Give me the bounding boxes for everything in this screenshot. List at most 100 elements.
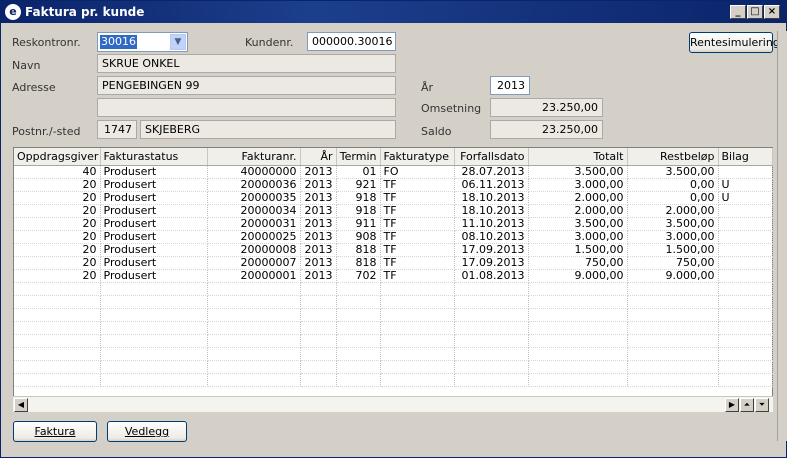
table-cell xyxy=(528,360,628,374)
table-cell: 921 xyxy=(336,178,381,192)
chevron-down-icon[interactable]: ▼ xyxy=(170,34,186,50)
table-cell xyxy=(718,282,773,296)
table-cell: 750,00 xyxy=(528,256,628,270)
table-cell xyxy=(336,334,381,348)
table-cell: 3.500,00 xyxy=(528,165,628,179)
table-cell xyxy=(14,347,101,361)
column-header[interactable]: Restbeløp xyxy=(627,148,719,166)
postnr-field[interactable]: 1747 xyxy=(97,120,137,139)
table-row[interactable] xyxy=(14,321,773,335)
table-cell: 20000007 xyxy=(207,256,301,270)
table-cell: 20000001 xyxy=(207,269,301,283)
table-row[interactable]: 20 Produsert 20000025 2013 908 TF 08.10.2013 3.… xyxy=(14,230,773,244)
table-cell xyxy=(300,373,337,387)
table-cell xyxy=(380,282,455,296)
table-cell: Produsert xyxy=(100,269,208,283)
scroll-left-icon[interactable]: ◀ xyxy=(14,398,28,412)
table-row[interactable] xyxy=(14,282,773,296)
table-cell: 20000031 xyxy=(207,217,301,231)
scroll-right-icon[interactable]: ▶ xyxy=(725,398,739,412)
table-row[interactable]: 40 Produsert 40000000 2013 01 FO 28.07.2013 3.5… xyxy=(14,165,773,179)
table-cell: TF xyxy=(380,204,455,218)
table-cell: 20000025 xyxy=(207,230,301,244)
kundenr-label: Kundenr. xyxy=(245,36,294,49)
table-row[interactable]: 20 Produsert 20000036 2013 921 TF 06.11.2013 3.… xyxy=(14,178,773,192)
adresse2-field[interactable] xyxy=(97,98,396,117)
table-cell: 918 xyxy=(336,191,381,205)
vedlegg-button[interactable]: Vedlegg xyxy=(107,421,187,442)
table-row[interactable]: 20 Produsert 20000007 2013 818 TF 17.09.2013 75… xyxy=(14,256,773,270)
table-cell: 9.000,00 xyxy=(627,269,719,283)
table-row[interactable] xyxy=(14,373,773,387)
table-cell: 0,00 xyxy=(627,191,719,205)
table-cell xyxy=(300,282,337,296)
column-header[interactable]: År xyxy=(300,148,337,166)
table-cell xyxy=(380,308,455,322)
table-cell xyxy=(718,243,773,257)
column-header[interactable]: Termin xyxy=(336,148,381,166)
column-header[interactable]: Bilag xyxy=(718,148,773,166)
table-cell xyxy=(336,373,381,387)
navn-label: Navn xyxy=(12,59,41,72)
table-cell xyxy=(100,347,208,361)
kundenr-field[interactable]: 000000.30016 xyxy=(307,32,396,51)
invoice-grid: Oppdragsgiver Fakturastatus Fakturanr. Å… xyxy=(13,147,773,412)
table-row[interactable] xyxy=(14,308,773,322)
table-cell xyxy=(454,373,529,387)
close-button[interactable]: × xyxy=(764,5,780,19)
aar-field[interactable]: 2013 xyxy=(490,76,530,95)
scroll-page-up-icon[interactable]: ⏶ xyxy=(740,398,754,412)
minimize-button[interactable]: _ xyxy=(730,5,746,19)
table-row[interactable]: 20 Produsert 20000035 2013 918 TF 18.10.2013 2.… xyxy=(14,191,773,205)
table-row[interactable] xyxy=(14,295,773,309)
column-header[interactable]: Oppdragsgiver xyxy=(14,148,101,166)
table-cell xyxy=(14,360,101,374)
table-row[interactable]: 20 Produsert 20000034 2013 918 TF 18.10.2013 2.… xyxy=(14,204,773,218)
table-cell xyxy=(207,360,301,374)
table-cell: Produsert xyxy=(100,256,208,270)
table-cell xyxy=(14,373,101,387)
column-header[interactable]: Totalt xyxy=(528,148,628,166)
table-cell xyxy=(100,334,208,348)
table-cell xyxy=(207,334,301,348)
table-cell xyxy=(627,360,719,374)
table-row[interactable] xyxy=(14,347,773,361)
horizontal-scrollbar[interactable]: ◀ ▶ ⏶ ⏷ xyxy=(13,396,773,412)
maximize-button[interactable]: □ xyxy=(747,5,763,19)
table-cell xyxy=(380,334,455,348)
scroll-page-down-icon[interactable]: ⏷ xyxy=(755,398,769,412)
table-cell xyxy=(380,295,455,309)
faktura-button[interactable]: Faktura xyxy=(13,421,97,442)
table-cell: TF xyxy=(380,217,455,231)
table-cell xyxy=(300,308,337,322)
table-cell: TF xyxy=(380,191,455,205)
table-cell xyxy=(100,295,208,309)
column-header[interactable]: Fakturastatus xyxy=(100,148,208,166)
poststed-field[interactable]: SKJEBERG xyxy=(140,120,396,139)
table-row[interactable]: 20 Produsert 20000001 2013 702 TF 01.08.2013 9.… xyxy=(14,269,773,283)
table-cell: 2.000,00 xyxy=(528,191,628,205)
table-cell: 2013 xyxy=(300,217,337,231)
table-cell xyxy=(207,347,301,361)
table-cell: Produsert xyxy=(100,204,208,218)
table-row[interactable] xyxy=(14,360,773,374)
column-header[interactable]: Forfallsdato xyxy=(454,148,529,166)
table-cell xyxy=(336,282,381,296)
table-row[interactable] xyxy=(14,334,773,348)
reskontro-value[interactable]: 30016 xyxy=(100,35,137,49)
table-cell xyxy=(718,217,773,231)
column-header[interactable]: Fakturatype xyxy=(380,148,455,166)
navn-field[interactable]: SKRUE ONKEL xyxy=(97,54,396,73)
table-cell: 18.10.2013 xyxy=(454,204,529,218)
table-row[interactable]: 20 Produsert 20000031 2013 911 TF 11.10.2013 3.… xyxy=(14,217,773,231)
adresse1-field[interactable]: PENGEBINGEN 99 xyxy=(97,76,396,95)
app-logo-icon: e xyxy=(5,4,21,20)
table-cell: 17.09.2013 xyxy=(454,243,529,257)
table-header-row: Oppdragsgiver Fakturastatus Fakturanr. Å… xyxy=(14,148,773,166)
column-header[interactable]: Fakturanr. xyxy=(207,148,301,166)
rentesimulering-button[interactable]: Rentesimulering xyxy=(689,32,780,53)
window-title: Faktura pr. kunde xyxy=(25,5,145,19)
reskontro-combobox[interactable]: 30016 ▼ xyxy=(97,32,188,52)
table-cell xyxy=(207,373,301,387)
table-row[interactable]: 20 Produsert 20000008 2013 818 TF 17.09.2013 1.… xyxy=(14,243,773,257)
